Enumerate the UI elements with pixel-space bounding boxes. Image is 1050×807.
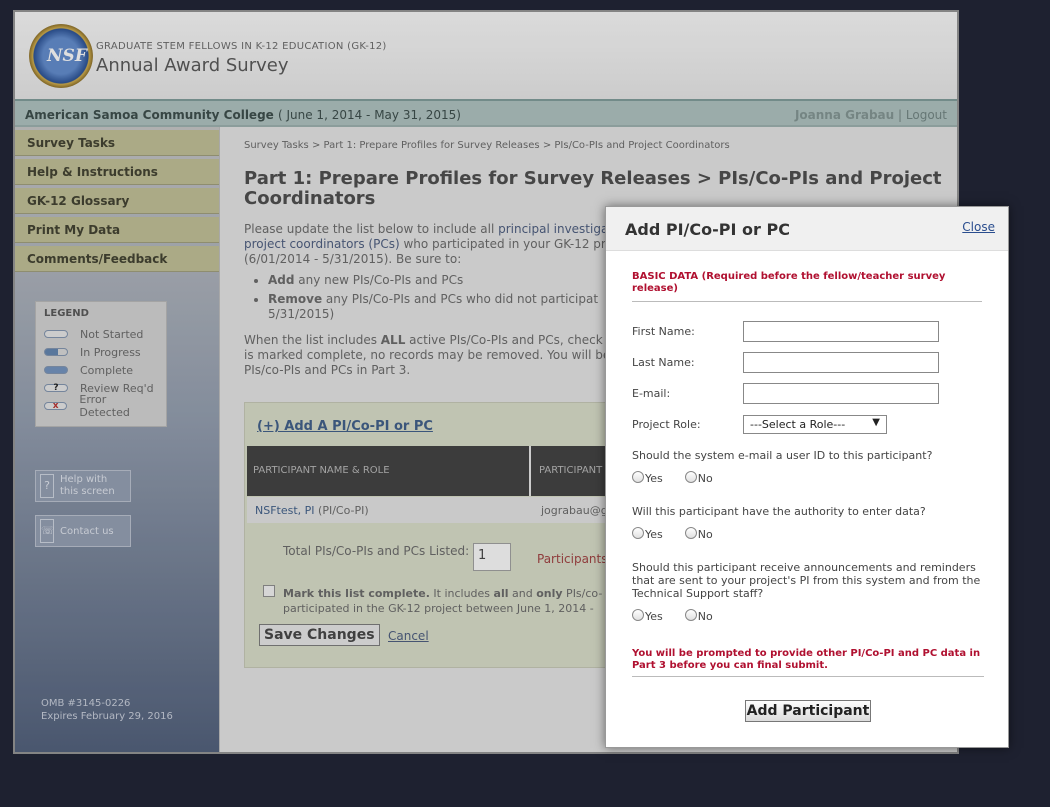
- radio-label: Yes: [645, 472, 663, 485]
- authority-no-option[interactable]: No: [684, 526, 713, 541]
- dropdown-arrow-icon: ▼: [872, 417, 880, 428]
- announcements-radio-group: Yes No: [632, 608, 735, 623]
- radio-icon[interactable]: [632, 608, 644, 621]
- email-yes-option[interactable]: Yes: [632, 470, 663, 485]
- radio-label: Yes: [645, 528, 663, 541]
- email-no-option[interactable]: No: [684, 470, 713, 485]
- role-select[interactable]: ---Select a Role--- ▼: [743, 415, 887, 434]
- last-name-label: Last Name:: [632, 356, 695, 369]
- radio-label: No: [697, 528, 713, 541]
- radio-icon[interactable]: [632, 470, 644, 483]
- dialog-title: Add PI/Co-PI or PC: [625, 220, 790, 239]
- radio-icon[interactable]: [684, 526, 697, 539]
- announcements-no-option[interactable]: No: [684, 608, 713, 623]
- dialog-header: Add PI/Co-PI or PC Close: [606, 207, 1008, 251]
- question-email: Should the system e-mail a user ID to th…: [632, 449, 933, 462]
- email-field[interactable]: [743, 383, 939, 404]
- radio-icon[interactable]: [632, 526, 644, 539]
- radio-label: Yes: [645, 610, 663, 623]
- add-participant-dialog: Add PI/Co-PI or PC Close BASIC DATA (Req…: [605, 206, 1009, 748]
- question-announcements: Should this participant receive announce…: [632, 561, 981, 600]
- first-name-field[interactable]: [743, 321, 939, 342]
- question-authority: Will this participant have the authority…: [632, 505, 926, 518]
- radio-icon[interactable]: [684, 470, 697, 483]
- authority-radio-group: Yes No: [632, 526, 735, 541]
- radio-label: No: [697, 610, 713, 623]
- radio-icon[interactable]: [684, 608, 697, 621]
- email-label: E-mail:: [632, 387, 671, 400]
- close-link[interactable]: Close: [962, 220, 995, 234]
- role-label: Project Role:: [632, 418, 701, 431]
- role-selected: ---Select a Role---: [750, 418, 846, 431]
- radio-label: No: [697, 472, 713, 485]
- announcements-yes-option[interactable]: Yes: [632, 608, 663, 623]
- last-name-field[interactable]: [743, 352, 939, 373]
- authority-yes-option[interactable]: Yes: [632, 526, 663, 541]
- part3-note: You will be prompted to provide other PI…: [632, 648, 984, 677]
- first-name-label: First Name:: [632, 325, 695, 338]
- add-participant-button[interactable]: Add Participant: [745, 700, 871, 722]
- email-radio-group: Yes No: [632, 470, 735, 485]
- basic-data-heading: BASIC DATA (Required before the fellow/t…: [632, 271, 982, 302]
